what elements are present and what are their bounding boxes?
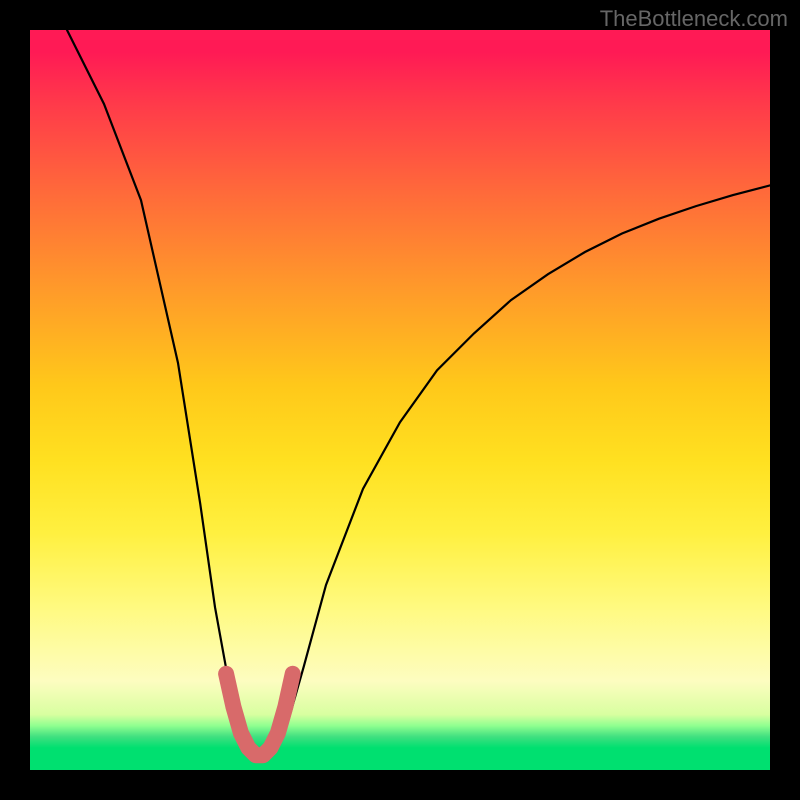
- plot-area: [30, 30, 770, 770]
- watermark-text: TheBottleneck.com: [600, 6, 788, 32]
- bottleneck-curve: [67, 30, 770, 755]
- chart-svg: [30, 30, 770, 770]
- highlight-near-minimum: [226, 674, 293, 755]
